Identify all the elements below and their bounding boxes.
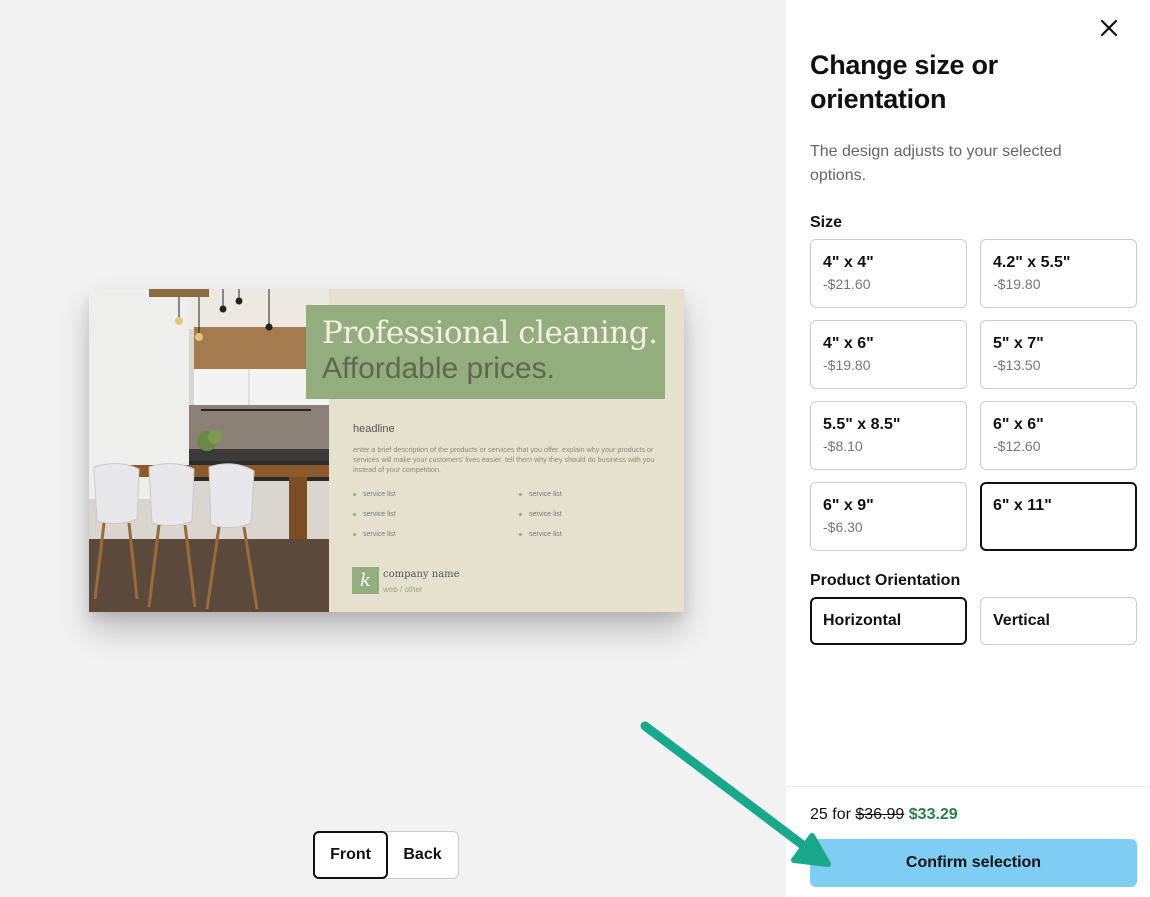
size-option-4x6[interactable]: 4" x 6" -$19.80 — [810, 320, 967, 389]
size-option-6x11[interactable]: 6" x 11" — [980, 482, 1137, 551]
company-web: web / other — [383, 585, 423, 594]
size-label: Size — [810, 214, 843, 231]
confirm-selection-button[interactable]: Confirm selection — [810, 839, 1137, 887]
size-price: -$12.60 — [993, 438, 1041, 454]
size-option-5.5x8.5[interactable]: 5.5" x 8.5" -$8.10 — [810, 401, 967, 470]
footer-divider — [786, 786, 1150, 787]
panel-title: Change size or orientation — [810, 50, 998, 114]
service-list-item: service list — [353, 531, 396, 551]
size-price: -$8.10 — [823, 438, 863, 454]
size-option-4.2x5.5[interactable]: 4.2" x 5.5" -$19.80 — [980, 239, 1137, 308]
size-name: 4" x 6" — [823, 335, 874, 352]
service-list-item: service list — [353, 511, 396, 531]
orientation-options: Horizontal Vertical — [810, 597, 1137, 645]
service-list-left: service list service list service list — [353, 491, 396, 551]
size-name: 5.5" x 8.5" — [823, 416, 901, 433]
banner-line-1: Professional cleaning. — [322, 315, 658, 351]
service-list-item: service list — [519, 511, 562, 531]
size-name: 4" x 4" — [823, 254, 874, 271]
size-options: 4" x 4" -$21.60 4.2" x 5.5" -$19.80 4" x… — [810, 239, 1137, 551]
size-name: 5" x 7" — [993, 335, 1044, 352]
size-name: 4.2" x 5.5" — [993, 254, 1071, 271]
size-name: 6" x 9" — [823, 497, 874, 514]
panel-subtitle: The design adjusts to your selected opti… — [810, 143, 1062, 184]
quantity-text: 25 for — [810, 806, 851, 823]
kitchen-photo — [89, 289, 329, 612]
orientation-label: Product Orientation — [810, 572, 961, 589]
size-option-5x7[interactable]: 5" x 7" -$13.50 — [980, 320, 1137, 389]
size-price: -$21.60 — [823, 276, 871, 292]
orientation-horizontal[interactable]: Horizontal — [810, 597, 967, 645]
company-name: company name — [383, 569, 460, 580]
size-option-6x9[interactable]: 6" x 9" -$6.30 — [810, 482, 967, 551]
company-logo: k — [352, 567, 379, 594]
headline-banner: Professional cleaning. Affordable prices… — [306, 305, 665, 399]
postcard-preview: Professional cleaning. Affordable prices… — [89, 289, 684, 612]
banner-line-2: Affordable prices. — [322, 352, 555, 385]
preview-area: Professional cleaning. Affordable prices… — [0, 0, 786, 897]
card-description: enter a brief description of the product… — [353, 445, 655, 474]
service-list-item: service list — [353, 491, 396, 511]
service-list-item: service list — [519, 531, 562, 551]
service-list-item: service list — [519, 491, 562, 511]
service-list-right: service list service list service list — [519, 491, 562, 551]
size-price: -$19.80 — [823, 357, 871, 373]
size-name: 6" x 6" — [993, 416, 1044, 433]
size-price: -$19.80 — [993, 276, 1041, 292]
size-option-4x4[interactable]: 4" x 4" -$21.60 — [810, 239, 967, 308]
close-icon — [1100, 19, 1118, 37]
old-price: $36.99 — [855, 806, 905, 823]
size-name: 6" x 11" — [993, 497, 1052, 514]
close-button[interactable] — [1097, 16, 1121, 40]
orientation-vertical[interactable]: Vertical — [980, 597, 1137, 645]
back-tab[interactable]: Back — [387, 832, 458, 878]
price-summary: 25 for $36.99 $33.29 — [810, 806, 958, 824]
size-option-6x6[interactable]: 6" x 6" -$12.60 — [980, 401, 1137, 470]
size-price: -$13.50 — [993, 357, 1041, 373]
size-orientation-panel: Change size or orientation The design ad… — [786, 0, 1150, 897]
card-headline: headline — [353, 423, 395, 435]
new-price: $33.29 — [908, 806, 958, 823]
front-tab[interactable]: Front — [313, 831, 388, 879]
size-price: -$6.30 — [823, 519, 863, 535]
side-toggle: Front Back — [313, 831, 459, 879]
